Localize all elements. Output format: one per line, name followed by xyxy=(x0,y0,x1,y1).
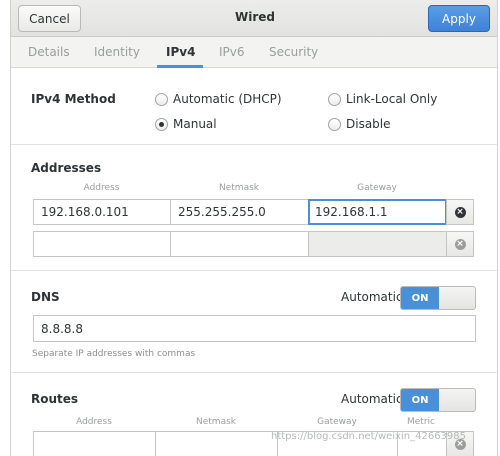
column-header-gateway: Gateway xyxy=(357,183,397,193)
column-header-netmask: Netmask xyxy=(219,183,259,193)
addresses-label: Addresses xyxy=(31,161,102,175)
delete-icon: × xyxy=(454,206,466,218)
gateway-input[interactable]: 192.168.1.1 xyxy=(308,199,447,225)
radio-link-local-only[interactable]: Link-Local Only xyxy=(328,92,437,106)
radio-automatic-dhcp[interactable]: Automatic (DHCP) xyxy=(155,92,282,106)
tab-bar: Details Identity IPv4 IPv6 Security xyxy=(11,37,497,68)
radio-label: Disable xyxy=(346,117,391,131)
dns-input[interactable]: 8.8.8.8 xyxy=(33,315,476,342)
tab-ipv4[interactable]: IPv4 xyxy=(166,45,195,59)
active-tab-indicator xyxy=(157,65,203,68)
network-settings-dialog: Cancel Wired Apply Details Identity IPv4… xyxy=(10,0,498,456)
dns-automatic-label: Automatic xyxy=(341,290,403,304)
watermark-text: https://blog.csdn.net/weixin_42663985 xyxy=(271,431,467,442)
routes-automatic-toggle[interactable]: ON xyxy=(400,388,476,412)
column-header-gateway: Gateway xyxy=(317,417,357,427)
radio-button[interactable] xyxy=(328,117,341,131)
toggle-on-label: ON xyxy=(401,389,439,411)
route-address-input[interactable] xyxy=(33,431,156,456)
dialog-header: Cancel Wired Apply xyxy=(11,0,497,37)
radio-label: Link-Local Only xyxy=(346,92,438,106)
ipv4-method-label: IPv4 Method xyxy=(31,92,116,106)
radio-label: Automatic (DHCP) xyxy=(173,92,282,106)
section-divider xyxy=(11,144,497,145)
delete-address-button[interactable]: × xyxy=(446,199,474,225)
dialog-title: Wired xyxy=(235,10,275,24)
radio-label: Manual xyxy=(173,117,217,131)
routes-automatic-label: Automatic xyxy=(341,392,403,406)
radio-button[interactable] xyxy=(155,92,168,106)
tab-security[interactable]: Security xyxy=(269,45,318,59)
address-input[interactable]: 192.168.0.101 xyxy=(33,199,171,225)
address-input[interactable] xyxy=(33,231,171,257)
column-header-metric: Metric xyxy=(407,417,435,427)
delete-icon: × xyxy=(454,238,466,250)
dns-automatic-toggle[interactable]: ON xyxy=(400,286,476,310)
radio-button-checked[interactable] xyxy=(155,117,168,131)
section-divider xyxy=(11,270,497,271)
apply-button[interactable]: Apply xyxy=(428,5,490,32)
netmask-input[interactable]: 255.255.255.0 xyxy=(170,199,309,225)
column-header-address: Address xyxy=(76,417,112,427)
dns-label: DNS xyxy=(31,290,60,304)
dns-hint: Separate IP addresses with commas xyxy=(32,349,196,359)
section-divider xyxy=(11,372,497,373)
netmask-input[interactable] xyxy=(170,231,309,257)
tab-identity[interactable]: Identity xyxy=(94,45,140,59)
radio-button[interactable] xyxy=(328,92,341,106)
gateway-input[interactable] xyxy=(308,231,447,257)
tab-ipv6[interactable]: IPv6 xyxy=(219,45,245,59)
column-header-address: Address xyxy=(83,183,120,193)
toggle-on-label: ON xyxy=(401,287,439,309)
delete-address-button[interactable]: × xyxy=(446,231,474,257)
routes-label: Routes xyxy=(31,392,79,406)
radio-disable[interactable]: Disable xyxy=(328,117,391,131)
radio-manual[interactable]: Manual xyxy=(155,117,217,131)
column-header-netmask: Netmask xyxy=(196,417,236,427)
route-netmask-input[interactable] xyxy=(155,431,278,456)
tab-details[interactable]: Details xyxy=(28,45,70,59)
